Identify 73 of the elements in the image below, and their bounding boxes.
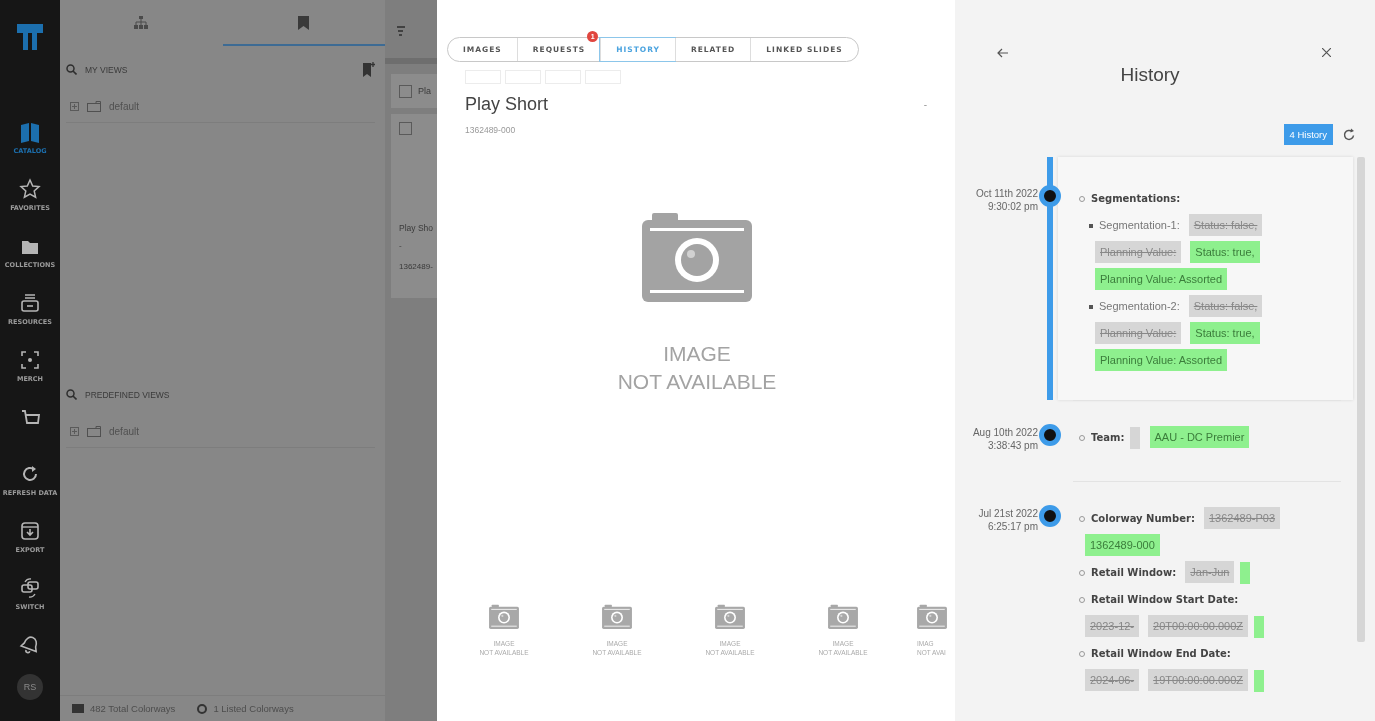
bookmark-add-icon[interactable]: [363, 62, 375, 78]
timeline-dot: [1039, 185, 1061, 207]
removed-value: 19T00:00:00.000Z: [1148, 669, 1248, 691]
entry-date: Oct 11th 2022 9:30:02 pm: [974, 187, 1039, 213]
added-value: Status: true,: [1190, 322, 1260, 344]
field-label: Retail Window Start Date:: [1091, 594, 1239, 605]
added-value: Planning Value: Assorted: [1095, 349, 1228, 371]
grid-icon: [72, 704, 84, 714]
added-value: Planning Value: Assorted: [1095, 268, 1228, 290]
expand-icon[interactable]: [70, 102, 79, 112]
product-card[interactable]: Play Sho - 1362489-: [391, 114, 437, 298]
camera-icon: [489, 604, 519, 629]
dash-text: -: [923, 99, 927, 110]
timeline-dot: [1039, 505, 1061, 527]
camera-icon: [828, 604, 858, 629]
field-label: Retail Window End Date:: [1091, 648, 1231, 659]
placeholder-text: IMAGE: [663, 341, 731, 367]
field-label: Segmentations:: [1091, 193, 1181, 204]
card-subtitle: -: [399, 241, 403, 250]
entry-date: Jul 21st 2022 6:25:17 pm: [977, 507, 1039, 533]
section-title: MY VIEWS: [85, 64, 129, 75]
back-arrow-icon[interactable]: [997, 48, 1008, 58]
camera-icon: [642, 210, 752, 302]
filter-icon[interactable]: [397, 26, 405, 36]
removed-value: 2024-06-: [1085, 669, 1140, 691]
removed-value: 1362489-P03: [1203, 507, 1281, 529]
removed-value: 2023-12-: [1085, 615, 1140, 637]
field-label: Team:: [1091, 432, 1125, 443]
field-label: Segmentation-1:: [1099, 219, 1180, 231]
removed-value: Planning Value:: [1095, 322, 1182, 344]
removed-value: Status: false,: [1188, 214, 1263, 236]
book-icon: [19, 121, 41, 143]
expand-icon[interactable]: [70, 427, 79, 437]
refresh-icon[interactable]: [1343, 128, 1355, 141]
folder-icon: [87, 101, 101, 113]
user-avatar[interactable]: RS: [17, 674, 43, 700]
camera-icon: [602, 604, 632, 629]
checkbox[interactable]: [399, 84, 412, 98]
search-icon[interactable]: [66, 64, 77, 76]
removed-value: Jan-Jun: [1185, 561, 1235, 583]
star-icon: [19, 178, 41, 200]
hierarchy-icon: [134, 16, 149, 30]
switch-icon: [19, 577, 41, 599]
timeline-dot: [1039, 424, 1061, 446]
scan-icon: [19, 349, 41, 371]
tray-icon: [19, 292, 41, 314]
added-value: 1362489-000: [1085, 534, 1160, 556]
shirt-logo-icon: [17, 22, 43, 50]
product-title: Play Short: [465, 94, 550, 115]
panel-title: History: [1119, 64, 1181, 86]
download-box-icon: [19, 520, 41, 542]
checkbox[interactable]: [399, 122, 412, 135]
column-header: Pla: [418, 86, 431, 96]
removed-value: 20T00:00:00.000Z: [1148, 615, 1248, 637]
field-label: Colorway Number:: [1091, 513, 1195, 524]
removed-value: Planning Value:: [1095, 241, 1182, 263]
removed-value: Status: false,: [1188, 295, 1263, 317]
field-label: Segmentation-2:: [1099, 300, 1180, 312]
folder-icon: [87, 426, 101, 438]
search-icon[interactable]: [66, 389, 77, 401]
scrollbar[interactable]: [1357, 157, 1365, 642]
field-label: Retail Window:: [1091, 567, 1177, 578]
product-code: 1362489-000: [465, 125, 517, 135]
camera-icon: [715, 604, 745, 629]
entry-date: Aug 10th 2022 3:38:43 pm: [971, 426, 1039, 452]
camera-icon: [917, 604, 947, 629]
circle-icon: [197, 703, 208, 714]
added-value: AAU - DC Premier: [1149, 426, 1250, 448]
section-title: PREDEFINED VIEWS: [85, 389, 171, 400]
added-value: Status: true,: [1190, 241, 1260, 263]
bookmark-icon: [298, 16, 310, 30]
close-icon[interactable]: [1322, 48, 1331, 57]
placeholder-text: NOT AVAILABLE: [617, 369, 777, 395]
